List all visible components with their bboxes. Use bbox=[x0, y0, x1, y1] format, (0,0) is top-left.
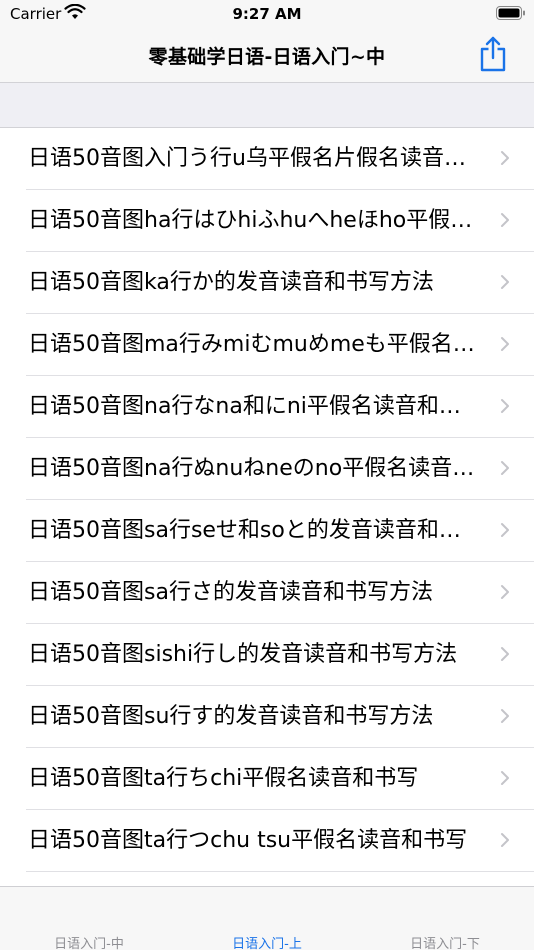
list-item[interactable]: 日语50音图sa行seせ和soと的发音读音和书写 bbox=[0, 500, 534, 562]
list-item[interactable]: 日语50音图ta行ちchi平假名读音和书写 bbox=[0, 748, 534, 810]
list-item-label: 日语50音图su行す的发音读音和书写方法 bbox=[28, 704, 434, 729]
list-item[interactable]: 日语50音图sa行さ的发音读音和书写方法 bbox=[0, 562, 534, 624]
chevron-right-icon bbox=[501, 647, 509, 661]
navigation-bar: 零基础学日语-日语入门~中 bbox=[0, 28, 534, 83]
list-item-label: 日语50音图sa行さ的发音读音和书写方法 bbox=[28, 580, 433, 605]
list-item-label: 日语50音图na行ぬnuねneのno平假名读音和书写 bbox=[28, 456, 480, 481]
chevron-right-icon bbox=[501, 151, 509, 165]
list-item-label: 日语50音图sa行seせ和soと的发音读音和书写 bbox=[28, 518, 480, 543]
chevron-right-icon bbox=[501, 275, 509, 289]
share-icon[interactable] bbox=[478, 35, 508, 73]
table-header-spacer bbox=[0, 83, 534, 128]
article-list: 日语50音图入门う行u乌平假名片假名读音和书写 日语50音图ha行はひhiふhuへ… bbox=[0, 128, 534, 872]
list-item-label: 日语50音图ma行みmiむmuめmeも平假名读音 bbox=[28, 332, 480, 357]
list-item[interactable]: 日语50音图ta行つchu tsu平假名读音和书写 bbox=[0, 810, 534, 872]
list-item[interactable]: 日语50音图ma行みmiむmuめmeも平假名读音 bbox=[0, 314, 534, 376]
list-item[interactable]: 日语50音图入门う行u乌平假名片假名读音和书写 bbox=[0, 128, 534, 190]
tab-japanese-intro-upper[interactable]: 日语入门-上 bbox=[197, 933, 337, 950]
list-item[interactable]: 日语50音图na行なna和にni平假名读音和书写 bbox=[0, 376, 534, 438]
list-item[interactable]: 日语50音图su行す的发音读音和书写方法 bbox=[0, 686, 534, 748]
chevron-right-icon bbox=[501, 399, 509, 413]
chevron-right-icon bbox=[501, 771, 509, 785]
chevron-right-icon bbox=[501, 709, 509, 723]
chevron-right-icon bbox=[501, 461, 509, 475]
status-time: 9:27 AM bbox=[232, 5, 302, 23]
list-item[interactable]: 日语50音图sishi行し的发音读音和书写方法 bbox=[0, 624, 534, 686]
list-item[interactable]: 日语50音图ka行か的发音读音和书写方法 bbox=[0, 252, 534, 314]
chevron-right-icon bbox=[501, 833, 509, 847]
list-item-label: 日语50音图na行なna和にni平假名读音和书写 bbox=[28, 394, 480, 419]
chevron-right-icon bbox=[501, 585, 509, 599]
list-item-label: 日语50音图sishi行し的发音读音和书写方法 bbox=[28, 642, 458, 667]
list-item[interactable]: 日语50音图na行ぬnuねneのno平假名读音和书写 bbox=[0, 438, 534, 500]
battery-icon bbox=[496, 6, 525, 20]
chevron-right-icon bbox=[501, 523, 509, 537]
chevron-right-icon bbox=[501, 213, 509, 227]
list-item-label: 日语50音图入门う行u乌平假名片假名读音和书写 bbox=[28, 146, 480, 171]
chevron-right-icon bbox=[501, 337, 509, 351]
tab-japanese-intro-middle[interactable]: 日语入门-中 bbox=[19, 933, 159, 950]
tab-bar: 日语入门-中 日语入门-上 日语入门-下 bbox=[0, 886, 534, 950]
list-item-label: 日语50音图ta行つchu tsu平假名读音和书写 bbox=[28, 828, 468, 853]
status-bar: Carrier 9:27 AM bbox=[0, 0, 534, 28]
tab-japanese-intro-lower[interactable]: 日语入门-下 bbox=[375, 933, 515, 950]
list-item-label: 日语50音图ta行ちchi平假名读音和书写 bbox=[28, 766, 419, 791]
list-item-label: 日语50音图ha行はひhiふhuへheほho平假名读音 bbox=[28, 208, 480, 233]
list-item[interactable]: 日语50音图ha行はひhiふhuへheほho平假名读音 bbox=[0, 190, 534, 252]
page-title: 零基础学日语-日语入门~中 bbox=[148, 46, 386, 68]
list-item-label: 日语50音图ka行か的发音读音和书写方法 bbox=[28, 270, 434, 295]
